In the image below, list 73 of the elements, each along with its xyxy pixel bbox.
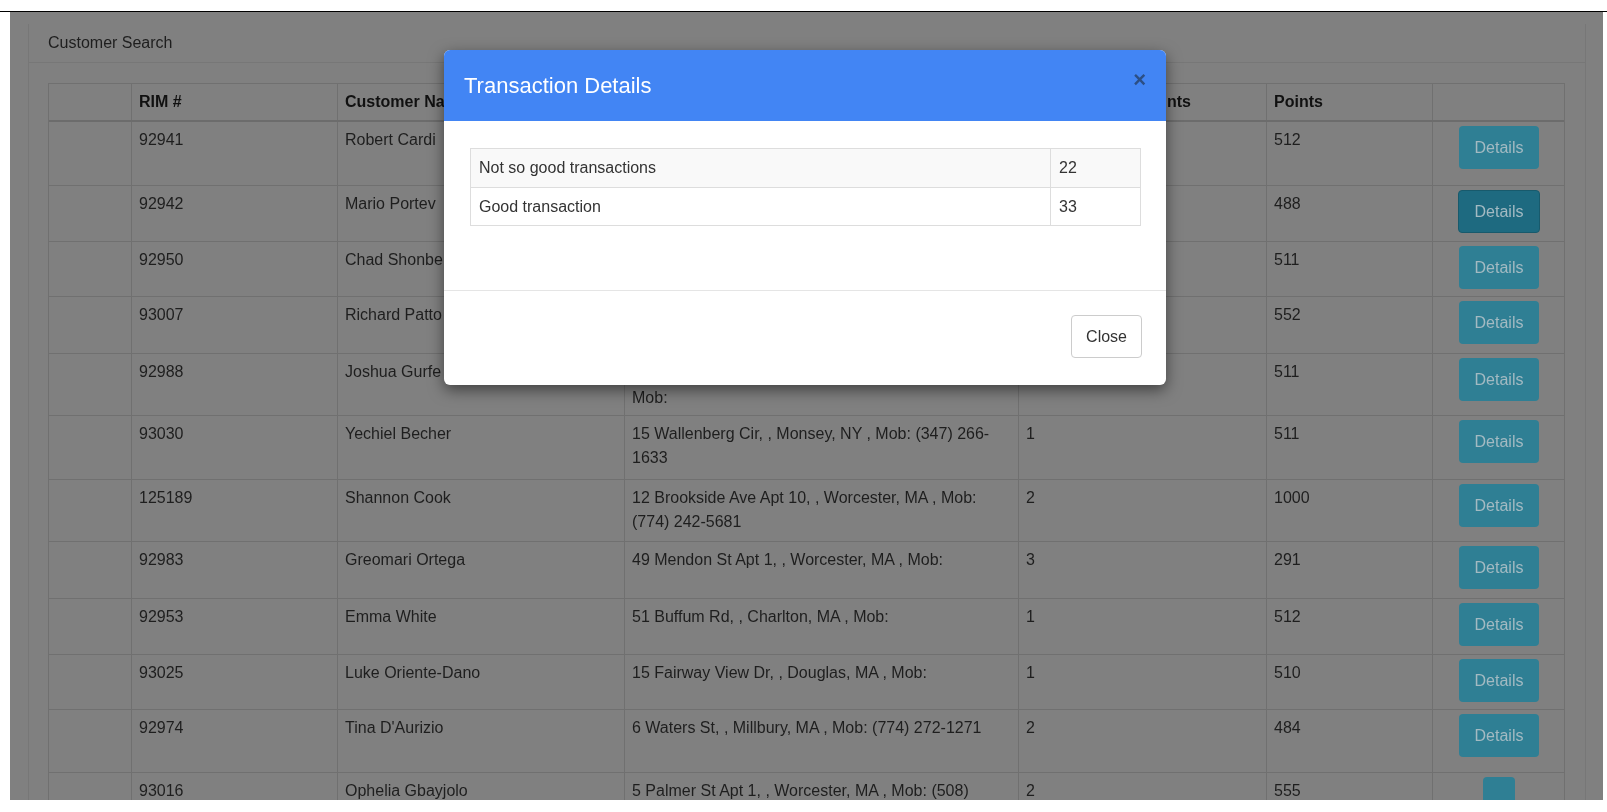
table-cell-text: 125189 (139, 488, 193, 508)
table-cell-text: 291 (1274, 550, 1301, 570)
table-cell-text: Robert Cardi (345, 130, 436, 150)
table-cell-text: 92988 (139, 362, 184, 382)
table-cell-text: 93016 (139, 781, 184, 800)
table-cell-text: 1000 (1274, 488, 1310, 508)
table-cell-text: 15 Fairway View Dr, , Douglas, MA , Mob: (632, 663, 927, 683)
details-button[interactable]: Details (1458, 659, 1540, 702)
table-cell-text: 51 Buffum Rd, , Charlton, MA , Mob: (632, 607, 889, 627)
table-cell-text: 5 Palmer St Apt 1, , Worcester, MA , Mob: (508) (632, 781, 969, 800)
table-cell-text: 555 (1274, 781, 1301, 800)
details-button[interactable]: Details (1458, 301, 1540, 344)
table-cell-text: Yechiel Becher (345, 424, 452, 444)
table-cell-text: Richard Patto (345, 305, 442, 325)
close-button[interactable]: Close (1071, 315, 1142, 358)
table-cell-text: 92953 (139, 607, 184, 627)
table-cell-text: 92983 (139, 550, 184, 570)
transaction-count: 22 (1059, 158, 1077, 178)
table-cell-text: 15 Wallenberg Cir, , Monsey, NY , Mob: (347) 266-1633 (632, 424, 991, 468)
table-cell-text: Greomari Ortega (345, 550, 466, 570)
details-button[interactable]: Details (1458, 603, 1540, 646)
table-cell-text: Shannon Cook (345, 488, 451, 508)
table-cell-text: 12 Brookside Ave Apt 10, , Worcester, MA , Mob: (774) 242-5681 (632, 488, 978, 532)
details-button[interactable]: Details (1458, 358, 1540, 401)
table-cell-text: Mob: (632, 388, 668, 408)
table-cell-text: Emma White (345, 607, 437, 627)
table-cell-text: Chad Shonbe (345, 250, 443, 270)
table-cell-text: 1 (1026, 424, 1035, 444)
column-header: RIM # (139, 92, 182, 112)
table-cell-text: 93030 (139, 424, 184, 444)
details-button[interactable]: Details (1458, 546, 1540, 589)
table-cell-text: Joshua Gurfe (345, 362, 442, 382)
table-cell-text: 2 (1026, 781, 1035, 800)
table-cell-text: 484 (1274, 718, 1301, 738)
table-cell-text: 3 (1026, 550, 1035, 570)
table-cell-text: 511 (1274, 250, 1300, 270)
transaction-count: 33 (1059, 196, 1077, 217)
table-cell-text: 1 (1026, 663, 1035, 683)
details-button[interactable]: Details (1458, 714, 1540, 757)
table-cell-text: 6 Waters St, , Millbury, MA , Mob: (774) 272-1271 (632, 718, 982, 738)
dialog-title: Transaction Details (464, 72, 652, 100)
table-cell-text: 93025 (139, 663, 184, 683)
details-button[interactable]: Details (1458, 246, 1540, 289)
details-button[interactable]: Details (1458, 126, 1540, 169)
table-cell-text: Tina D'Aurizio (345, 718, 444, 738)
column-header: Points (1274, 92, 1323, 112)
table-cell-text: 92974 (139, 718, 184, 738)
table-cell-text: 2 (1026, 718, 1035, 738)
table-cell-text: 92942 (139, 194, 184, 214)
table-cell-text: Mario Portev (345, 194, 436, 214)
table-cell-text: 512 (1274, 130, 1301, 150)
table-cell-text: 92941 (139, 130, 184, 150)
table-cell-text: 93007 (139, 305, 184, 325)
table-cell-text: 510 (1274, 663, 1301, 683)
details-button[interactable]: Details (1457, 190, 1541, 233)
table-cell-text: 511 (1274, 362, 1300, 382)
table-cell-text: 552 (1274, 305, 1301, 325)
details-button[interactable]: Details (1458, 420, 1540, 463)
table-cell-text: 488 (1274, 194, 1301, 214)
transaction-label: Good transaction (479, 196, 601, 217)
table-cell-text: Ophelia Gbayjolo (345, 781, 468, 800)
column-header: nts (1166, 92, 1191, 112)
details-button[interactable]: Details (1458, 484, 1540, 527)
table-cell-text: 1 (1026, 607, 1035, 627)
table-cell-text: 512 (1274, 607, 1301, 627)
column-header: Customer Na (345, 92, 445, 112)
table-cell-text: 2 (1026, 488, 1035, 508)
table-cell-text: Luke Oriente-Dano (345, 663, 481, 683)
table-cell-text: 49 Mendon St Apt 1, , Worcester, MA , Mob: (632, 550, 943, 570)
table-cell-text: 92950 (139, 250, 184, 270)
panel-title: Customer Search (48, 33, 173, 53)
table-cell-text: 511 (1274, 424, 1300, 444)
transaction-label: Not so good transactions (479, 158, 656, 178)
